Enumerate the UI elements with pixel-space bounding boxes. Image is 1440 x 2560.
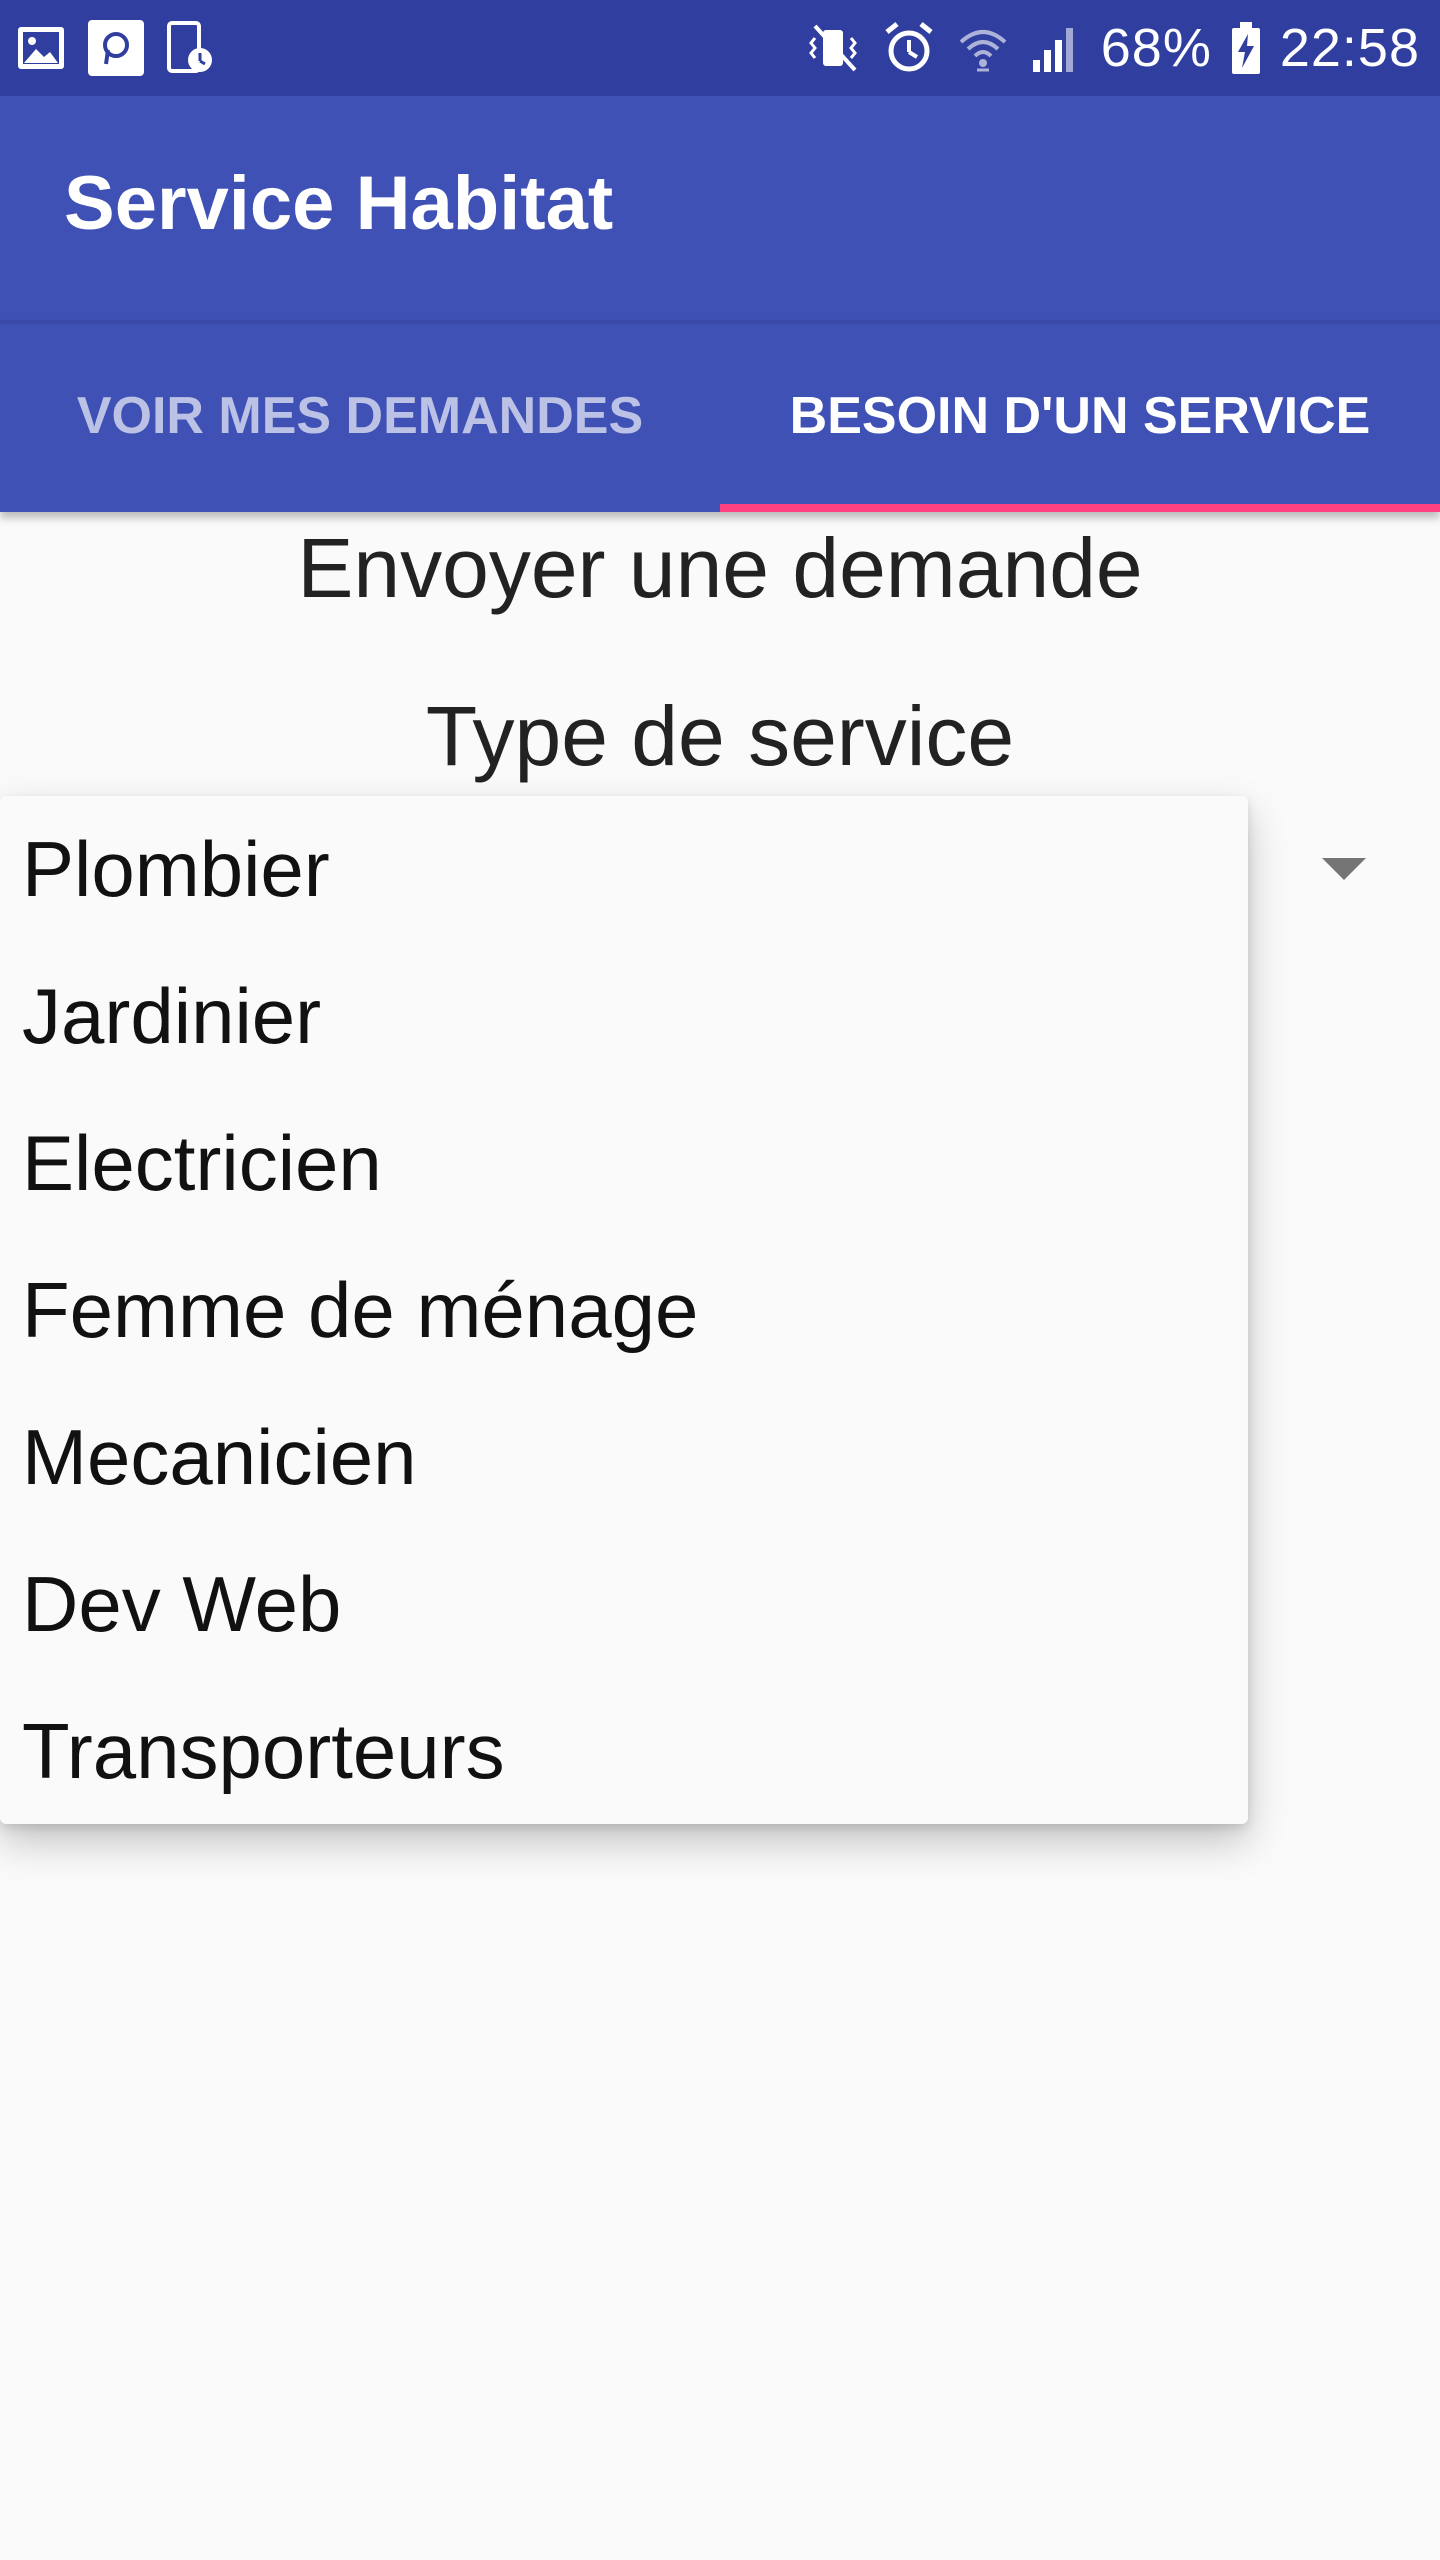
dropdown-item-electricien[interactable]: Electricien [22,1090,1222,1237]
page-heading: Envoyer une demande [297,521,1143,615]
signal-icon [1029,20,1083,76]
dropdown-item-jardinier[interactable]: Jardinier [22,943,1222,1090]
dropdown-item-femme-de-menage[interactable]: Femme de ménage [22,1237,1222,1384]
app-title: Service Habitat [64,161,614,246]
dropdown-arrow-icon[interactable] [1322,858,1366,880]
battery-charging-icon [1230,20,1262,76]
service-type-label: Type de service [425,689,1015,783]
battery-percent: 68% [1100,18,1212,78]
status-bar-notifications [16,20,214,76]
tab-voir-mes-demandes[interactable]: VOIR MES DEMANDES [0,320,720,512]
wifi-icon [955,20,1011,76]
tab-label: VOIR MES DEMANDES [76,387,644,445]
tab-label: BESOIN D'UN SERVICE [789,387,1371,445]
status-bar-system: 68% 22:58 [807,14,1420,82]
dropdown-item-dev-web[interactable]: Dev Web [22,1531,1222,1678]
dropdown-item-mecanicien[interactable]: Mecanicien [22,1384,1222,1531]
status-bar: 68% 22:58 [0,0,1440,96]
gallery-icon [16,25,66,71]
screen-time-icon [166,20,214,76]
app-bar: Service Habitat [0,96,1440,320]
app-p-icon [88,20,144,76]
tab-besoin-d-un-service[interactable]: BESOIN D'UN SERVICE [720,320,1440,512]
service-type-dropdown: Plombier Jardinier Electricien Femme de … [0,796,1248,1824]
tab-bar: VOIR MES DEMANDES BESOIN D'UN SERVICE [0,320,1440,512]
clock: 22:58 [1279,18,1420,78]
vibrate-mute-icon [807,20,863,76]
screen: 68% 22:58 Service Habitat VOIR MES DEMAN… [0,0,1440,2560]
tab-indicator [720,504,1440,512]
dropdown-item-plombier[interactable]: Plombier [22,796,1222,943]
alarm-icon [881,20,937,76]
dropdown-item-transporteurs[interactable]: Transporteurs [22,1678,1222,1825]
